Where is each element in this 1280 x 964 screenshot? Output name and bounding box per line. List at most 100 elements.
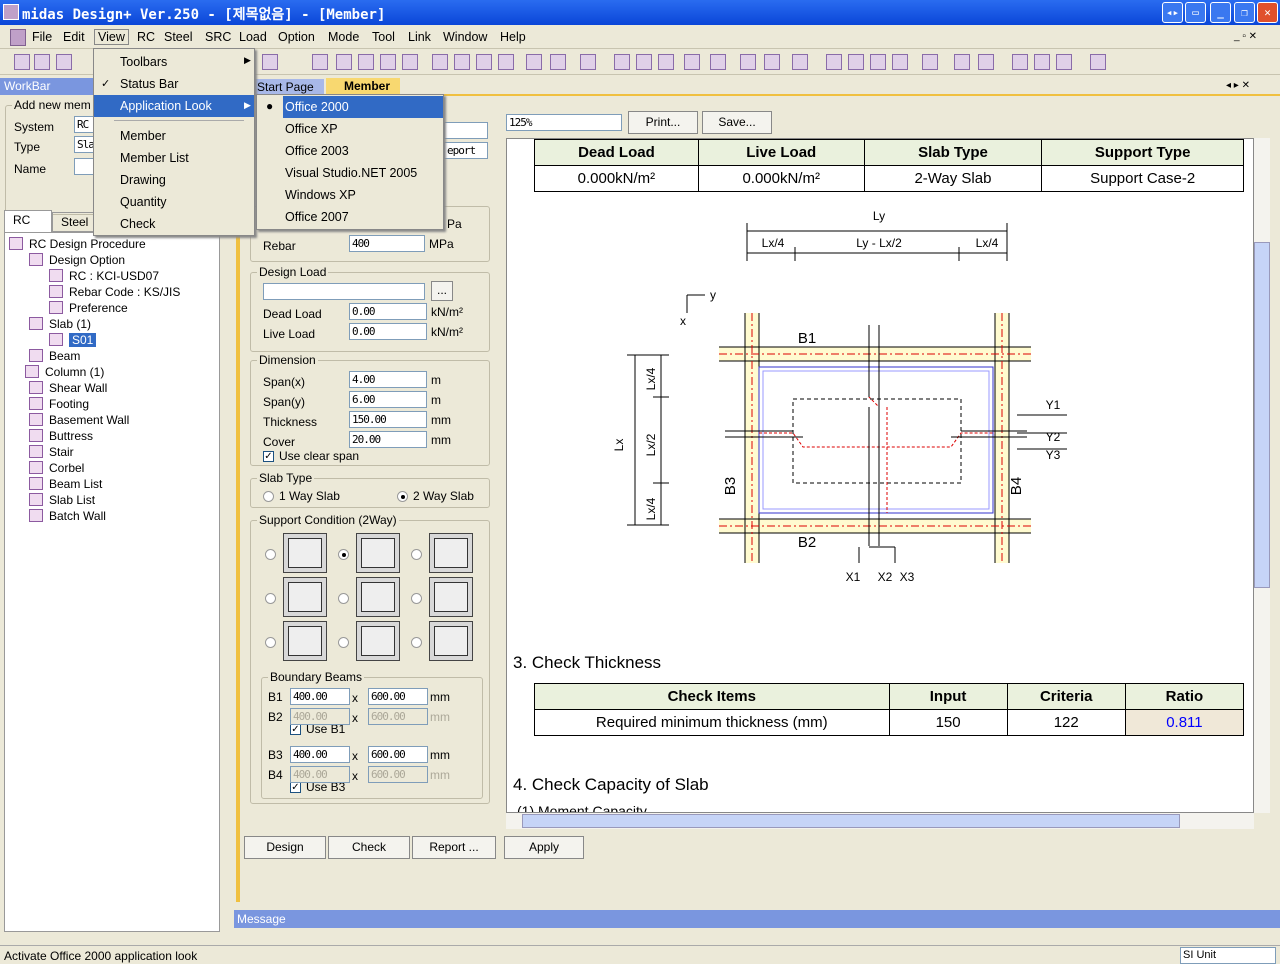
support-case-button[interactable] bbox=[356, 533, 400, 573]
print-button[interactable]: Print... bbox=[628, 111, 698, 134]
tree-item[interactable]: Buttress bbox=[29, 429, 93, 443]
layout-icon[interactable]: ▭ bbox=[1185, 2, 1206, 23]
support-case-button[interactable] bbox=[283, 577, 327, 617]
toolbar-button-icon[interactable] bbox=[262, 54, 278, 70]
report-combo[interactable]: eport bbox=[444, 142, 488, 159]
view-menu-item[interactable]: Check bbox=[94, 213, 254, 235]
view-menu-item[interactable]: Drawing bbox=[94, 169, 254, 191]
toolbar-button-icon[interactable] bbox=[402, 54, 418, 70]
tree-item[interactable]: Design Option bbox=[29, 253, 125, 267]
two-way-radio[interactable] bbox=[397, 491, 408, 502]
toolbar-button-icon[interactable] bbox=[792, 54, 808, 70]
menu-rc[interactable]: RC bbox=[137, 30, 155, 44]
beam-width-input[interactable]: 400.00 bbox=[290, 746, 350, 763]
toolbar-button-icon[interactable] bbox=[636, 54, 652, 70]
maximize-button[interactable]: ❐ bbox=[1234, 2, 1255, 23]
menu-window[interactable]: Window bbox=[443, 30, 487, 44]
top-input[interactable] bbox=[444, 122, 488, 139]
beam-height-input[interactable]: 600.00 bbox=[368, 746, 428, 763]
support-case-button[interactable] bbox=[429, 621, 473, 661]
toolbar-button-icon[interactable] bbox=[1034, 54, 1050, 70]
tree-item[interactable]: Beam List bbox=[29, 477, 102, 491]
support-case-button[interactable] bbox=[429, 533, 473, 573]
design-load-select[interactable] bbox=[263, 283, 425, 300]
application-look-item[interactable]: Visual Studio.NET 2005 bbox=[283, 162, 443, 184]
support-case-radio[interactable] bbox=[265, 637, 276, 648]
toolbar-button-icon[interactable] bbox=[454, 54, 470, 70]
toolbar-button-icon[interactable] bbox=[658, 54, 674, 70]
menu-load[interactable]: Load bbox=[239, 30, 267, 44]
tree-item[interactable]: Basement Wall bbox=[29, 413, 129, 427]
toolbar-button-icon[interactable] bbox=[56, 54, 72, 70]
tree-item[interactable]: RC : KCI-USD07 bbox=[49, 269, 159, 283]
support-case-button[interactable] bbox=[356, 577, 400, 617]
minimize-button[interactable]: _ bbox=[1210, 2, 1231, 23]
beam-width-input[interactable]: 400.00 bbox=[290, 766, 350, 783]
one-way-radio[interactable] bbox=[263, 491, 274, 502]
menu-file[interactable]: File bbox=[32, 30, 52, 44]
toolbar-button-icon[interactable] bbox=[1090, 54, 1106, 70]
view-menu-item[interactable]: Member bbox=[94, 125, 254, 147]
toolbar-button-icon[interactable] bbox=[336, 54, 352, 70]
support-case-radio[interactable] bbox=[265, 549, 276, 560]
toolbar-button-icon[interactable] bbox=[892, 54, 908, 70]
tree-item[interactable]: Batch Wall bbox=[29, 509, 106, 523]
toolbar-button-icon[interactable] bbox=[764, 54, 780, 70]
menu-mode[interactable]: Mode bbox=[328, 30, 359, 44]
tree-item[interactable]: Corbel bbox=[29, 461, 84, 475]
member-tree[interactable]: RC Design Procedure Design Option RC : KCI… bbox=[4, 232, 220, 932]
mdi-controls[interactable]: _ ▫ ✕ bbox=[1234, 31, 1257, 42]
tree-item[interactable]: Shear Wall bbox=[29, 381, 107, 395]
toolbar-button-icon[interactable] bbox=[580, 54, 596, 70]
support-case-button[interactable] bbox=[356, 621, 400, 661]
support-case-radio[interactable] bbox=[338, 637, 349, 648]
toolbar-button-icon[interactable] bbox=[740, 54, 756, 70]
toolbar-button-icon[interactable] bbox=[432, 54, 448, 70]
report-button[interactable]: Report ... bbox=[412, 836, 496, 859]
support-case-radio[interactable] bbox=[338, 549, 349, 560]
toolbar-button-icon[interactable] bbox=[684, 54, 700, 70]
tree-item[interactable]: Slab (1) bbox=[29, 317, 91, 331]
beam-height-input[interactable]: 600.00 bbox=[368, 766, 428, 783]
menu-tool[interactable]: Tool bbox=[372, 30, 395, 44]
dimension-input[interactable]: 6.00 bbox=[349, 391, 427, 408]
toolbar-button-icon[interactable] bbox=[922, 54, 938, 70]
use-b1-checkbox[interactable]: ✓ bbox=[290, 724, 301, 735]
view-menu-item[interactable]: Status Bar bbox=[94, 73, 254, 95]
view-menu-item[interactable]: Toolbars bbox=[94, 51, 254, 73]
toolbar-button-icon[interactable] bbox=[978, 54, 994, 70]
support-case-radio[interactable] bbox=[411, 549, 422, 560]
toolbar-button-icon[interactable] bbox=[710, 54, 726, 70]
live-load-input[interactable]: 0.00 bbox=[349, 323, 427, 340]
application-look-item[interactable]: Windows XP bbox=[283, 184, 443, 206]
dead-load-input[interactable]: 0.00 bbox=[349, 303, 427, 320]
support-case-button[interactable] bbox=[429, 577, 473, 617]
tree-item[interactable]: Stair bbox=[29, 445, 74, 459]
menu-help[interactable]: Help bbox=[500, 30, 526, 44]
application-look-item[interactable]: Office 2000 bbox=[283, 96, 443, 118]
toolbar-button-icon[interactable] bbox=[954, 54, 970, 70]
dimension-input[interactable]: 150.00 bbox=[349, 411, 427, 428]
menu-view[interactable]: View bbox=[94, 29, 129, 45]
application-look-item[interactable]: Office XP bbox=[283, 118, 443, 140]
support-case-button[interactable] bbox=[283, 533, 327, 573]
design-button[interactable]: Design bbox=[244, 836, 326, 859]
support-case-radio[interactable] bbox=[411, 593, 422, 604]
view-menu-item[interactable]: Quantity bbox=[94, 191, 254, 213]
toolbar-button-icon[interactable] bbox=[498, 54, 514, 70]
tree-item[interactable]: S01 bbox=[49, 333, 97, 347]
toolbar-button-icon[interactable] bbox=[614, 54, 630, 70]
toolbar-button-icon[interactable] bbox=[1056, 54, 1072, 70]
tree-item[interactable]: Preference bbox=[49, 301, 128, 315]
toolbar-button-icon[interactable] bbox=[848, 54, 864, 70]
beam-width-input[interactable]: 400.00 bbox=[290, 688, 350, 705]
menu-link[interactable]: Link bbox=[408, 30, 431, 44]
beam-height-input[interactable]: 600.00 bbox=[368, 688, 428, 705]
toolbar-button-icon[interactable] bbox=[526, 54, 542, 70]
menu-steel[interactable]: Steel bbox=[164, 30, 193, 44]
view-menu-item[interactable]: Application Look bbox=[94, 95, 254, 117]
check-button[interactable]: Check bbox=[328, 836, 410, 859]
design-load-more-button[interactable]: ... bbox=[431, 281, 453, 301]
toolbar-button-icon[interactable] bbox=[826, 54, 842, 70]
support-case-radio[interactable] bbox=[265, 593, 276, 604]
